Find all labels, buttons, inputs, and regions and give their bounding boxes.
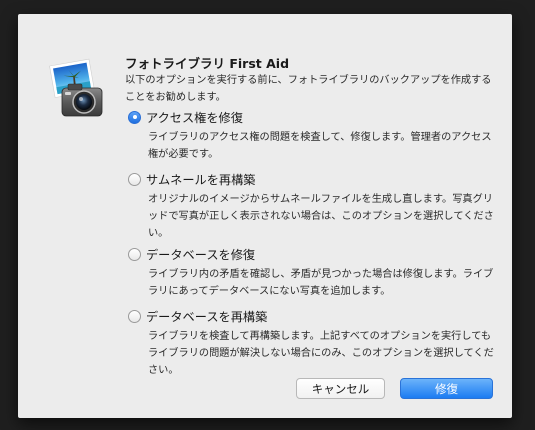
option-label[interactable]: アクセス権を修復 — [146, 108, 243, 126]
option-label[interactable]: サムネールを再構築 — [146, 170, 255, 188]
option-description: ライブラリを検査して再構築します。上記すべてのオプションを実行してもライブラリの… — [148, 331, 494, 376]
option-label[interactable]: データベースを修復 — [146, 245, 255, 263]
radio-selected-icon[interactable] — [128, 110, 141, 124]
option-rebuild-database[interactable]: データベースを再構築 ライブラリを検査して再構築します。上記すべてのオプションを… — [128, 307, 498, 379]
dialog-intro-text: 以下のオプションを実行する前に、フォトライブラリのバックアップを作成することをお… — [125, 75, 492, 103]
radio-unselected-icon[interactable] — [128, 309, 141, 323]
option-repair-database[interactable]: データベースを修復 ライブラリ内の矛盾を確認し、矛盾が見つかった場合は修復します… — [128, 245, 498, 300]
dialog-title: フォトライブラリ First Aid — [125, 56, 290, 71]
first-aid-dialog: フォトライブラリ First Aid 以下のオプションを実行する前に、フォトライ… — [18, 14, 512, 418]
option-rebuild-thumbnails[interactable]: サムネールを再構築 オリジナルのイメージからサムネールファイルを生成し直します。… — [128, 170, 498, 242]
radio-unselected-icon[interactable] — [128, 172, 141, 186]
radio-unselected-icon[interactable] — [128, 247, 141, 261]
radio-row[interactable]: データベースを修復 — [128, 245, 498, 263]
option-repair-permissions[interactable]: アクセス権を修復 ライブラリのアクセス権の問題を検査して、修復します。管理者のア… — [128, 108, 498, 163]
option-description: オリジナルのイメージからサムネールファイルを生成し直します。写真グリッドで写真が… — [148, 194, 494, 239]
radio-row[interactable]: サムネールを再構築 — [128, 170, 498, 188]
option-label[interactable]: データベースを再構築 — [146, 307, 267, 325]
radio-row[interactable]: アクセス権を修復 — [128, 108, 498, 126]
option-description: ライブラリのアクセス権の問題を検査して、修復します。管理者のアクセス権が必要です… — [148, 132, 492, 160]
cancel-button[interactable]: キャンセル — [296, 378, 385, 399]
option-description: ライブラリ内の矛盾を確認し、矛盾が見つかった場合は修復します。ライブラリにあって… — [148, 269, 494, 297]
repair-button[interactable]: 修復 — [400, 378, 493, 399]
iphoto-camera-icon — [49, 58, 103, 117]
radio-row[interactable]: データベースを再構築 — [128, 307, 498, 325]
